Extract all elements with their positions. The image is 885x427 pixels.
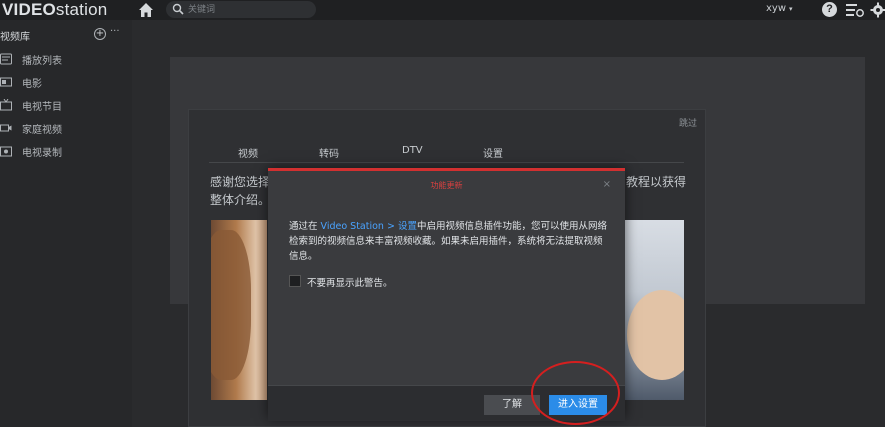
more-icon[interactable]: ··· — [110, 26, 120, 37]
home-icon[interactable] — [138, 2, 154, 18]
app-logo: VIDEOstation — [2, 0, 108, 19]
tab-divider — [209, 162, 684, 163]
skip-link[interactable]: 跳过 — [679, 116, 697, 129]
gear-icon[interactable] — [870, 2, 885, 18]
search-box[interactable] — [166, 1, 316, 18]
intro-image-right — [619, 220, 684, 400]
tv-show-icon — [0, 99, 12, 111]
sidebar-item-label: 家庭视频 — [22, 125, 62, 136]
tab-video[interactable]: 视频 — [238, 145, 258, 160]
sidebar: 视频库 + ··· 播放列表 电影 电视节目 家庭视频 电视录制 — [0, 20, 132, 427]
close-icon[interactable]: × — [603, 179, 611, 190]
dont-show-again-checkbox[interactable] — [289, 275, 301, 287]
sidebar-item-label: 播放列表 — [22, 56, 62, 67]
home-video-icon — [0, 124, 12, 132]
movie-icon — [0, 77, 12, 87]
sidebar-item-home-video[interactable]: 家庭视频 — [0, 119, 132, 139]
tab-settings[interactable]: 设置 — [483, 145, 503, 160]
chevron-down-icon: ▾ — [789, 5, 793, 13]
playlist-icon — [0, 53, 12, 65]
dialog-title: 功能更新 — [430, 181, 463, 190]
intro-image-left — [211, 220, 267, 400]
library-header: 视频库 + ··· — [0, 26, 132, 43]
sidebar-item-tv-record[interactable]: 电视录制 — [0, 142, 132, 162]
user-menu[interactable]: xyw ▾ — [766, 0, 793, 18]
add-icon[interactable]: + — [94, 28, 106, 40]
sidebar-item-playlist[interactable]: 播放列表 — [0, 50, 132, 70]
tab-transcode[interactable]: 转码 — [319, 145, 339, 160]
task-list-icon[interactable] — [846, 2, 864, 18]
username: xyw — [766, 3, 787, 14]
sidebar-item-tv-show[interactable]: 电视节目 — [0, 96, 132, 116]
intro-text-2: 整体介绍。 — [210, 193, 271, 207]
settings-link[interactable]: Video Station > 设置 — [321, 221, 417, 232]
search-input[interactable] — [188, 2, 308, 17]
library-title: 视频库 — [0, 32, 30, 43]
help-icon[interactable]: ? — [822, 2, 837, 17]
dialog-message: 通过在 Video Station > 设置中启用视频信息插件功能，您可以使用从… — [289, 221, 607, 262]
top-bar: VIDEOstation xyw▾ ? — [0, 0, 885, 20]
intro-text-right: 教程以获得 — [626, 175, 687, 189]
tab-dtv[interactable]: DTV — [402, 145, 423, 156]
sidebar-item-label: 电视录制 — [22, 148, 62, 159]
tv-record-icon — [0, 146, 12, 157]
search-icon — [172, 3, 184, 15]
intro-text: 感谢您选择 — [210, 175, 271, 189]
sidebar-item-movie[interactable]: 电影 — [0, 73, 132, 93]
annotation-circle — [531, 361, 620, 425]
sidebar-item-label: 电影 — [22, 79, 42, 90]
dont-show-again-label[interactable]: 不要再显示此警告。 — [307, 275, 393, 289]
sidebar-item-label: 电视节目 — [22, 102, 62, 113]
